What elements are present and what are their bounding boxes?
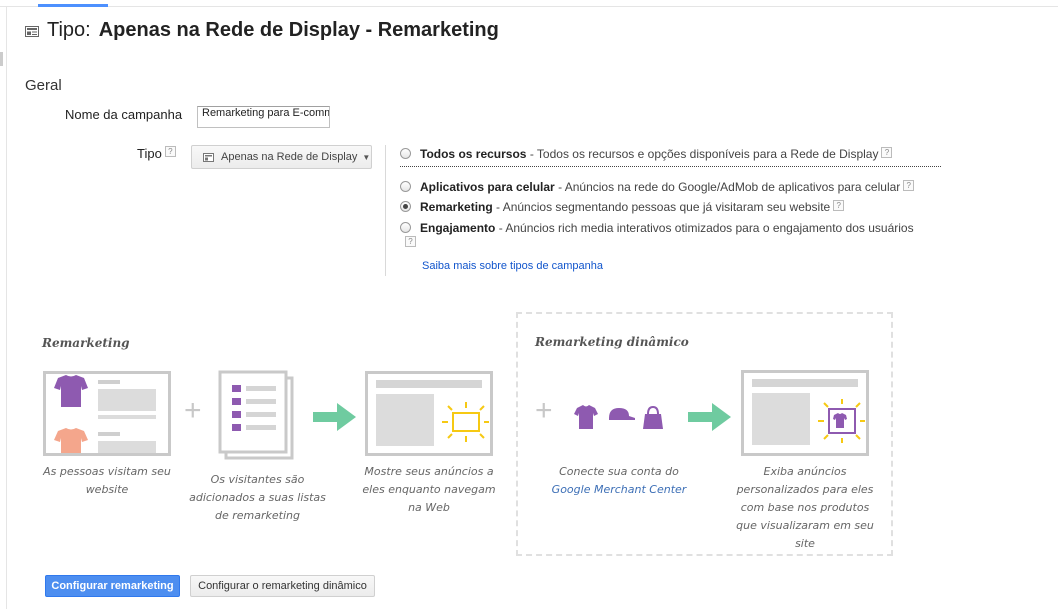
options-divider — [385, 145, 386, 276]
subtype-option-title: Remarketing — [420, 200, 493, 214]
configure-remarketing-button[interactable]: Configurar remarketing — [45, 575, 180, 597]
radio-button-selected[interactable] — [400, 201, 411, 212]
radio-button[interactable] — [400, 148, 411, 159]
plus-icon: + — [184, 394, 202, 427]
step-caption: Conecte sua conta do — [559, 465, 679, 478]
left-rail-handle[interactable] — [0, 52, 3, 66]
campaign-type-label-text: Tipo — [137, 146, 162, 161]
arrow-right-icon — [313, 403, 356, 431]
section-heading-geral: Geral — [25, 77, 62, 94]
page-title-prefix: Tipo: — [47, 18, 91, 41]
step-caption: Exiba anúncios personalizados para eles … — [736, 465, 874, 550]
campaign-type-dropdown[interactable]: Apenas na Rede de Display ▼ — [191, 145, 372, 169]
help-icon[interactable]: ? — [833, 200, 845, 211]
step-caption: As pessoas visitam seu website — [43, 465, 171, 496]
subtype-option-aplicativos[interactable]: Aplicativos para celular - Anúncios na r… — [400, 180, 915, 194]
display-network-icon — [203, 152, 214, 162]
configure-dynamic-remarketing-button[interactable]: Configurar o remarketing dinâmico — [190, 575, 375, 597]
help-icon[interactable]: ? — [405, 236, 416, 247]
subtype-option-title: Todos os recursos — [420, 147, 527, 161]
display-network-icon — [25, 25, 39, 37]
subtype-option-text: Aplicativos para celular - Anúncios na r… — [420, 180, 900, 194]
dynamic-ad-browser-icon — [752, 379, 865, 445]
options-separator — [400, 166, 941, 167]
browser-illustration — [365, 371, 493, 456]
radio-button[interactable] — [400, 222, 411, 233]
dynamic-ad-illustration — [741, 370, 869, 456]
step-caption: Os visitantes são adicionados a suas lis… — [189, 473, 326, 522]
subtype-option-text: Todos os recursos - Todos os recursos e … — [420, 147, 878, 161]
subtype-option-title: Aplicativos para celular — [420, 180, 555, 194]
campaign-name-input[interactable]: Remarketing para E-commerce — [197, 106, 330, 128]
page-title: Apenas na Rede de Display - Remarketing — [98, 18, 499, 41]
website-products-icon — [54, 375, 156, 453]
subtype-option-text: Remarketing - Anúncios segmentando pesso… — [420, 200, 830, 214]
website-illustration — [43, 371, 171, 456]
merchant-center-link[interactable]: Google Merchant Center — [552, 483, 687, 496]
step-caption: Mostre seus anúncios a eles enquanto nav… — [362, 465, 496, 514]
subtype-option-desc: - Anúncios segmentando pessoas que já vi… — [492, 200, 831, 214]
help-icon[interactable]: ? — [903, 180, 915, 191]
subtype-option-text: Engajamento - Anúncios rich media intera… — [420, 221, 914, 235]
ad-browser-icon — [376, 380, 489, 446]
subtype-option-desc: - Anúncios na rede do Google/AdMob de ap… — [554, 180, 901, 194]
plus-icon: + — [535, 394, 553, 427]
active-tab-indicator — [38, 4, 108, 7]
subtype-option-desc: - Todos os recursos e opções disponíveis… — [526, 147, 879, 161]
radio-button[interactable] — [400, 181, 411, 192]
learn-more-link[interactable]: Saiba mais sobre tipos de campanha — [422, 260, 603, 272]
subtype-option-engajamento[interactable]: Engajamento - Anúncios rich media intera… — [400, 221, 914, 235]
remarketing-illustration-title: Remarketing — [42, 336, 130, 350]
subtype-option-desc: - Anúncios rich media interativos otimiz… — [495, 221, 914, 235]
chevron-down-icon: ▼ — [362, 152, 371, 162]
dynamic-remarketing-title: Remarketing dinâmico — [535, 335, 689, 349]
products-icon — [574, 405, 663, 429]
arrow-right-icon — [688, 403, 731, 431]
campaign-name-label: Nome da campanha — [65, 107, 183, 122]
subtype-option-title: Engajamento — [420, 221, 496, 235]
page-header: Tipo: Apenas na Rede de Display - Remark… — [25, 17, 499, 43]
remarketing-list-icon — [218, 370, 294, 460]
subtype-option-remarketing[interactable]: Remarketing - Anúncios segmentando pesso… — [400, 200, 845, 214]
subtype-option-todos[interactable]: Todos os recursos - Todos os recursos e … — [400, 147, 893, 161]
help-icon[interactable]: ? — [164, 146, 176, 157]
left-rail — [0, 7, 7, 609]
top-bar — [0, 0, 1058, 7]
campaign-type-dropdown-value: Apenas na Rede de Display — [221, 151, 358, 163]
step-caption-merchant: Conecte sua conta do Google Merchant Cen… — [545, 463, 693, 499]
help-icon[interactable]: ? — [881, 147, 893, 158]
campaign-type-label: Tipo? — [137, 146, 176, 161]
